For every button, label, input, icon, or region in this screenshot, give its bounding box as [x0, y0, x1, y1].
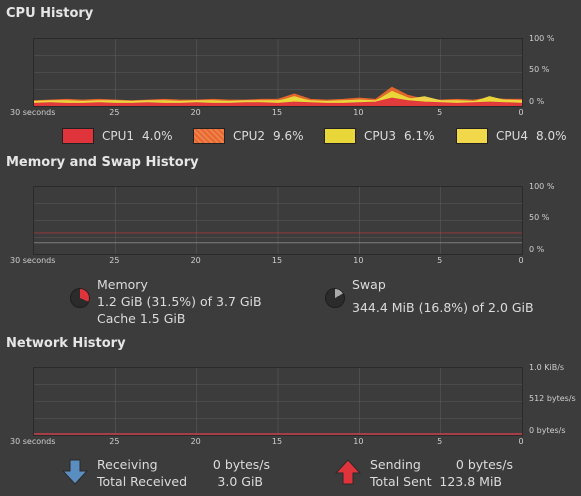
net-y-tick: 0 bytes/s — [529, 426, 566, 435]
cpu-y-tick: 0 % — [529, 97, 545, 106]
net-x-tick: 10 — [353, 437, 364, 446]
mem-x-tick: 20 — [190, 256, 201, 265]
legend-color-swatch[interactable] — [62, 128, 94, 144]
legend-cpu3[interactable]: CPU3 6.1% — [324, 128, 435, 144]
legend-label: CPU1 — [102, 129, 135, 143]
cpu-x-tick: 20 — [190, 108, 201, 117]
cpu-x-tick: 15 — [271, 108, 283, 117]
cpu-history-graph — [33, 38, 523, 107]
memory-label: Memory — [97, 277, 148, 292]
net-x-tick: 15 — [271, 437, 283, 446]
net-x-tick: 30 seconds — [10, 437, 56, 446]
receiving-value: 0 bytes/s — [212, 457, 270, 472]
network-history-graph — [33, 367, 523, 436]
swap-label: Swap — [352, 277, 386, 292]
legend-color-swatch[interactable] — [324, 128, 356, 144]
legend-color-swatch[interactable] — [456, 128, 488, 144]
mem-x-tick: 25 — [109, 256, 120, 265]
memory-used: 1.2 GiB (31.5%) of 3.7 GiB — [97, 294, 262, 309]
legend-label: CPU4 — [496, 129, 529, 143]
network-history-title: Network History — [6, 336, 126, 351]
mem-y-tick: 100 % — [529, 182, 555, 191]
legend-color-swatch[interactable] — [193, 128, 225, 144]
legend-value: 9.6% — [273, 129, 304, 143]
cpu-x-tick: 0 — [518, 108, 524, 117]
swap-pie-icon[interactable] — [325, 288, 345, 308]
net-x-tick: 0 — [518, 437, 524, 446]
mem-y-tick: 50 % — [529, 212, 550, 222]
cpu-history-title: CPU History — [6, 6, 94, 21]
total-sent-value: 123.8 MiB — [439, 474, 502, 489]
cpu-y-tick: 100 % — [529, 34, 555, 43]
net-x-tick: 5 — [437, 437, 443, 446]
legend-value: 8.0% — [536, 129, 567, 143]
cpu-x-tick: 5 — [437, 108, 443, 117]
net-y-tick: 512 bytes/s — [529, 393, 576, 403]
sending-value: 0 bytes/s — [455, 457, 513, 472]
mem-x-tick: 15 — [271, 256, 283, 265]
mem-x-tick: 0 — [518, 256, 524, 265]
legend-label: CPU3 — [364, 129, 397, 143]
legend-cpu2[interactable]: CPU2 9.6% — [193, 128, 304, 144]
cpu-x-tick: 25 — [109, 108, 120, 117]
net-x-tick: 25 — [109, 437, 120, 446]
net-y-tick: 1.0 KiB/s — [529, 363, 565, 372]
total-received-value: 3.0 GiB — [217, 474, 263, 489]
cpu-x-tick: 30 seconds — [10, 108, 56, 117]
cpu-x-tick: 10 — [353, 108, 364, 117]
legend-value: 6.1% — [404, 129, 435, 143]
legend-value: 4.0% — [142, 129, 173, 143]
memory-swap-history-title: Memory and Swap History — [6, 155, 199, 170]
legend-cpu4[interactable]: CPU4 8.0% — [456, 128, 567, 144]
net-x-tick: 20 — [190, 437, 201, 446]
receiving-label: Receiving — [97, 457, 158, 472]
receiving-arrow-icon[interactable] — [62, 459, 88, 485]
memory-info: Memory 1.2 GiB (31.5%) of 3.7 GiB Cache … — [97, 276, 262, 327]
sending-arrow-icon[interactable] — [335, 459, 361, 485]
swap-info: Swap 344.4 MiB (16.8%) of 2.0 GiB — [352, 276, 534, 316]
memory-cache: Cache 1.5 GiB — [97, 311, 186, 326]
sending-label: Sending — [370, 457, 421, 472]
mem-x-tick: 10 — [353, 256, 364, 265]
legend-cpu1[interactable]: CPU1 4.0% — [62, 128, 173, 144]
memory-swap-history-graph — [33, 186, 523, 255]
mem-x-tick: 5 — [437, 256, 443, 265]
cpu-y-tick: 50 % — [529, 64, 550, 74]
mem-y-tick: 0 % — [529, 245, 545, 254]
mem-x-tick: 30 seconds — [10, 256, 56, 265]
total-received-label: Total Received — [97, 474, 188, 489]
legend-label: CPU2 — [233, 129, 266, 143]
swap-used: 344.4 MiB (16.8%) of 2.0 GiB — [352, 300, 534, 315]
total-sent-label: Total Sent — [370, 474, 432, 489]
memory-pie-icon[interactable] — [70, 288, 90, 308]
